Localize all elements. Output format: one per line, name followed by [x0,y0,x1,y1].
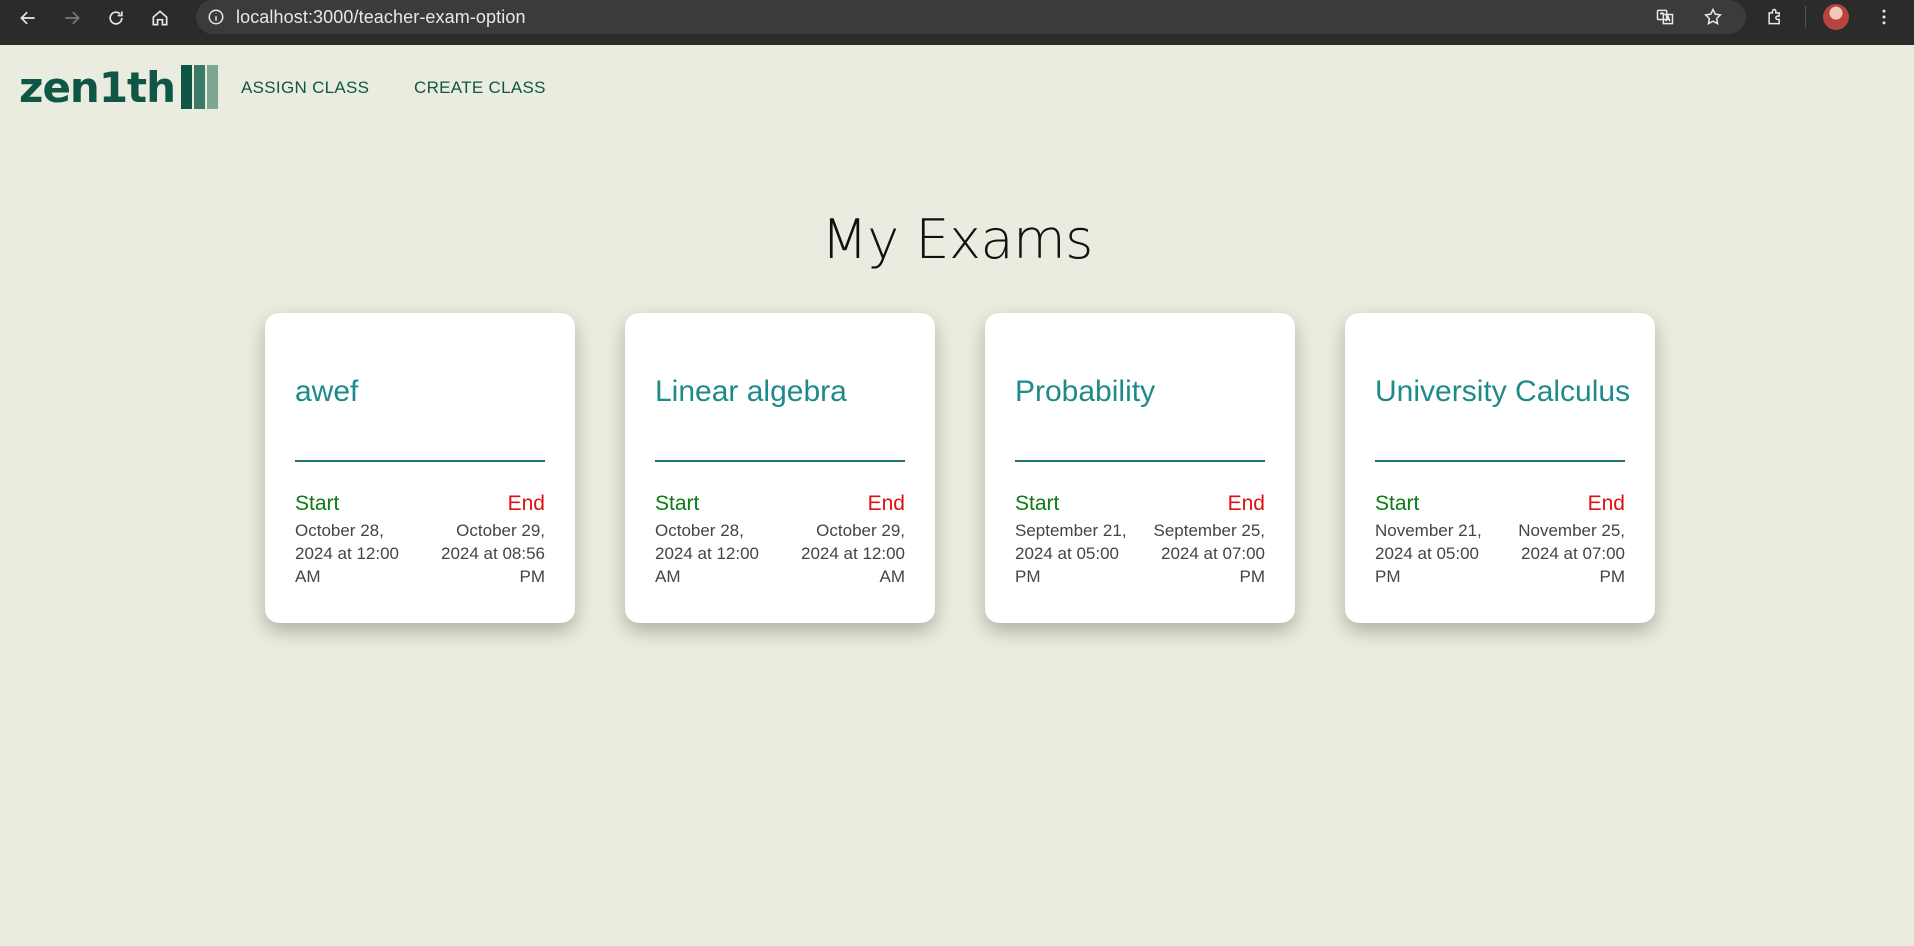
forward-icon[interactable] [50,0,94,40]
exam-card[interactable]: Linear algebra Start October 28, 2024 at… [625,313,935,623]
end-date-block: End October 29, 2024 at 08:56 PM [425,491,545,588]
page-title: My Exams [821,208,1093,271]
exam-card-list: awef Start October 28, 2024 at 12:00 AM … [265,313,1655,623]
extensions-icon[interactable] [1751,0,1799,34]
start-label: Start [655,492,700,515]
card-divider [1375,460,1625,462]
logo-bar [194,65,206,109]
logo[interactable]: zen1th [19,65,220,109]
logo-bar [207,65,219,109]
exam-title: Linear algebra [655,375,847,408]
start-date-block: Start October 28, 2024 at 12:00 AM [295,491,415,588]
start-label: Start [295,492,340,515]
app-header: zen1th ASSIGN CLASS CREATE CLASS [0,45,1914,131]
card-divider [295,460,545,462]
start-label: Start [1015,492,1060,515]
exam-title: Probability [1015,375,1156,408]
nav-create-class[interactable]: CREATE CLASS [414,78,546,98]
translate-icon[interactable] [1641,0,1689,34]
end-date: November 25, 2024 at 07:00 PM [1518,521,1625,586]
exam-card[interactable]: Probability Start September 21, 2024 at … [985,313,1295,623]
end-date-block: End November 25, 2024 at 07:00 PM [1505,491,1625,588]
start-date-block: Start November 21, 2024 at 05:00 PM [1375,491,1495,588]
toolbar-actions [1641,0,1908,34]
card-divider [1015,460,1265,462]
start-date-block: Start September 21, 2024 at 05:00 PM [1015,491,1135,588]
exam-card[interactable]: awef Start October 28, 2024 at 12:00 AM … [265,313,575,623]
reload-icon[interactable] [94,0,138,40]
end-label: End [1227,492,1265,515]
browser-toolbar: localhost:3000/teacher-exam-option [0,0,1914,45]
end-label: End [507,492,545,515]
card-divider [655,460,905,462]
home-icon[interactable] [138,0,182,40]
end-date-block: End September 25, 2024 at 07:00 PM [1145,491,1265,588]
toolbar-divider [1805,6,1806,28]
exam-title: awef [295,375,359,408]
back-icon[interactable] [6,0,50,40]
start-date: September 21, 2024 at 05:00 PM [1015,521,1127,586]
address-bar[interactable]: localhost:3000/teacher-exam-option [196,0,1746,34]
logo-text: zen1th [19,63,176,112]
end-date: September 25, 2024 at 07:00 PM [1153,521,1265,586]
bookmark-star-icon[interactable] [1689,0,1737,34]
nav-assign-class[interactable]: ASSIGN CLASS [241,78,369,98]
end-date-block: End October 29, 2024 at 12:00 AM [785,491,905,588]
end-label: End [1587,492,1625,515]
profile-avatar[interactable] [1812,0,1860,34]
start-date: November 21, 2024 at 05:00 PM [1375,521,1482,586]
exam-title: University Calculus [1375,375,1631,408]
logo-bars-icon [181,65,220,109]
exam-card[interactable]: University Calculus Start November 21, 2… [1345,313,1655,623]
end-date: October 29, 2024 at 08:56 PM [441,521,545,586]
end-date: October 29, 2024 at 12:00 AM [801,521,905,586]
start-date: October 28, 2024 at 12:00 AM [295,521,399,586]
start-label: Start [1375,492,1420,515]
menu-dots-icon[interactable] [1860,0,1908,34]
start-date-block: Start October 28, 2024 at 12:00 AM [655,491,775,588]
end-label: End [867,492,905,515]
url-text[interactable]: localhost:3000/teacher-exam-option [236,7,526,28]
start-date: October 28, 2024 at 12:00 AM [655,521,759,586]
logo-bar [181,65,193,109]
site-info-icon[interactable] [196,0,236,34]
